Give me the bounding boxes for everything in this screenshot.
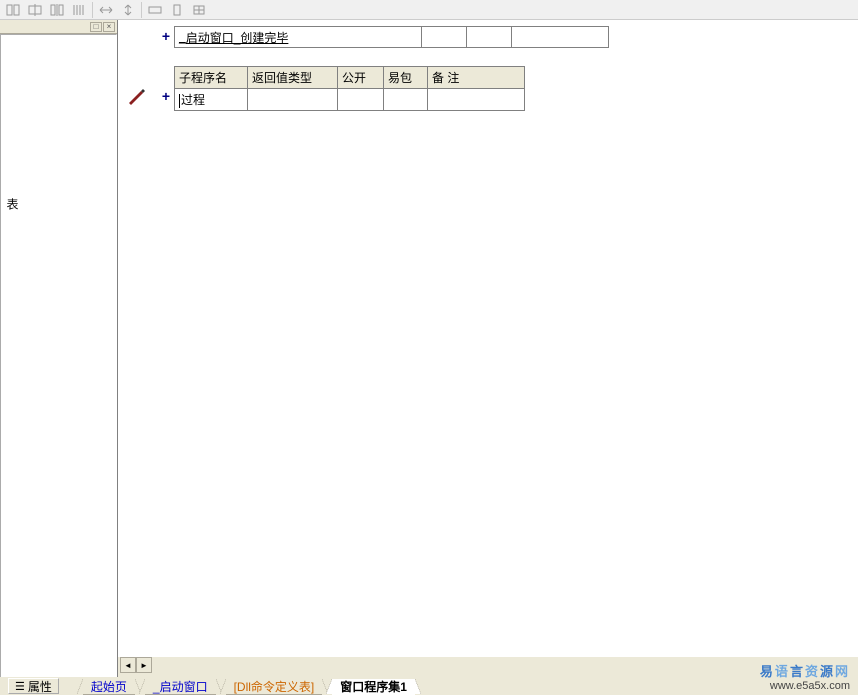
sub-header-row: 子程序名 返回值类型 公开 易包 备 注 xyxy=(175,67,525,89)
tab-label: 窗口程序集1 xyxy=(340,678,407,695)
panel-close-icon[interactable]: × xyxy=(103,22,115,32)
sub-name-text: 过程 xyxy=(181,93,205,107)
sub-table: 子程序名 返回值类型 公开 易包 备 注 过程 xyxy=(174,66,525,111)
toolbar-btn-9[interactable] xyxy=(188,1,210,19)
toolbar-btn-4[interactable] xyxy=(68,1,90,19)
tab-label: _启动窗口 xyxy=(153,678,208,695)
pencil-icon xyxy=(126,86,146,106)
gutter-row-2: + xyxy=(118,86,170,106)
bottom-bar: ☰ 属性 起始页 _启动窗口 [Dll命令定义表] 窗口程序集1 xyxy=(0,677,858,695)
scroll-left-icon[interactable]: ◄ xyxy=(120,657,136,673)
toolbar-sep-2 xyxy=(141,2,142,18)
scroll-right-icon[interactable]: ► xyxy=(136,657,152,673)
col-note-header: 备 注 xyxy=(428,67,525,89)
col-name-header: 子程序名 xyxy=(175,67,248,89)
editor-content[interactable]: _启动窗口_创建完毕 子程序名 返回值类型 公开 易包 备 注 xyxy=(174,20,858,657)
gutter-row-1: + xyxy=(118,26,170,46)
sub-name-cell[interactable]: 过程 xyxy=(175,89,248,111)
gutter: + + xyxy=(118,20,172,657)
col-pub-header: 公开 xyxy=(338,67,384,89)
editor-panel: + + _启动窗口_创建完毕 xyxy=(118,20,858,681)
proc-cell-4[interactable] xyxy=(512,26,609,48)
proc-name-prefix: _ xyxy=(179,30,186,44)
sub-yibao-cell[interactable] xyxy=(384,89,428,111)
col-yibao-header: 易包 xyxy=(384,67,428,89)
col-rettype-header: 返回值类型 xyxy=(248,67,338,89)
expand-icon-2[interactable]: + xyxy=(162,88,170,104)
toolbar-btn-2[interactable] xyxy=(24,1,46,19)
tab-windowset[interactable]: 窗口程序集1 xyxy=(332,679,415,695)
toolbar-btn-3[interactable] xyxy=(46,1,68,19)
properties-button[interactable]: ☰ 属性 xyxy=(8,678,59,694)
tab-startpage[interactable]: 起始页 xyxy=(83,679,135,695)
proc-cell-3[interactable] xyxy=(467,26,512,48)
proc-name: 启动窗口_创建完毕 xyxy=(186,29,289,46)
toolbar-btn-7[interactable] xyxy=(144,1,166,19)
sub-note-cell[interactable] xyxy=(428,89,525,111)
text-cursor xyxy=(179,94,180,108)
toolbar-btn-6[interactable] xyxy=(117,1,139,19)
panel-header: □ × xyxy=(0,20,117,34)
toolbar-sep-1 xyxy=(92,2,93,18)
toolbar-btn-1[interactable] xyxy=(2,1,24,19)
proc-cell-2[interactable] xyxy=(422,26,467,48)
left-panel: □ × 表 xyxy=(0,20,118,681)
panel-body xyxy=(0,34,117,681)
main-area: □ × 表 + + _启动窗口_创建完毕 xyxy=(0,20,858,681)
toolbar-btn-5[interactable] xyxy=(95,1,117,19)
tab-dll[interactable]: [Dll命令定义表] xyxy=(226,679,323,695)
properties-icon: ☰ xyxy=(15,680,25,693)
proc-row-1[interactable]: _启动窗口_创建完毕 xyxy=(174,26,609,48)
properties-label: 属性 xyxy=(28,678,52,695)
side-label: 表 xyxy=(4,198,21,210)
panel-minimize-icon[interactable]: □ xyxy=(90,22,102,32)
toolbar xyxy=(0,0,858,20)
tab-startwindow[interactable]: _启动窗口 xyxy=(145,679,216,695)
sub-data-row[interactable]: 过程 xyxy=(175,89,525,111)
toolbar-btn-8[interactable] xyxy=(166,1,188,19)
tab-row: 起始页 _启动窗口 [Dll命令定义表] 窗口程序集1 xyxy=(83,677,415,695)
scroll-btns: ◄ ► xyxy=(120,657,152,673)
tab-label: [Dll命令定义表] xyxy=(234,678,315,695)
tab-label: 起始页 xyxy=(91,678,127,695)
proc-name-cell[interactable]: _启动窗口_创建完毕 xyxy=(174,26,422,48)
sub-pub-cell[interactable] xyxy=(338,89,384,111)
sub-rettype-cell[interactable] xyxy=(248,89,338,111)
expand-icon[interactable]: + xyxy=(162,28,170,44)
